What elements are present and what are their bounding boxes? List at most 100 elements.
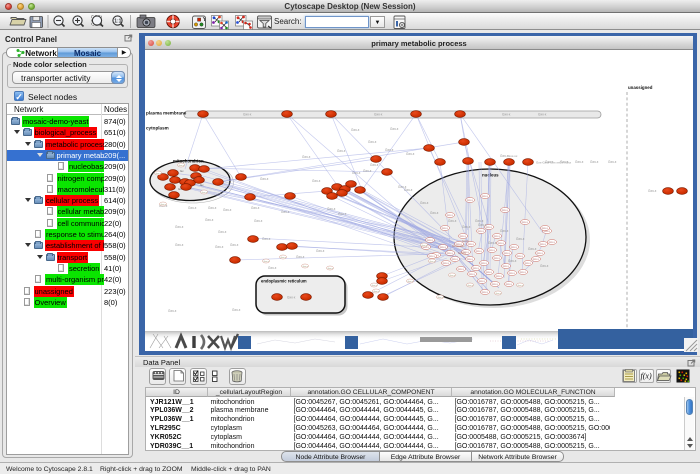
- svg-text:Gxx-x: Gxx-x: [508, 259, 517, 263]
- svg-text:Gxx-x: Gxx-x: [280, 257, 287, 259]
- svg-text:Gxx-x: Gxx-x: [371, 285, 378, 287]
- svg-text:Gxx-x: Gxx-x: [468, 243, 475, 246]
- svg-text:Gxx-x: Gxx-x: [263, 261, 270, 263]
- svg-text:Gxx-x: Gxx-x: [327, 207, 336, 211]
- svg-text:Gxx-x: Gxx-x: [208, 206, 217, 210]
- svg-text:f(x): f(x): [641, 372, 652, 381]
- svg-text:Gxx-x: Gxx-x: [302, 155, 311, 159]
- svg-text:Gxx-x: Gxx-x: [517, 255, 524, 258]
- svg-text:Gxx-x: Gxx-x: [429, 255, 436, 258]
- svg-text:Gxx-x: Gxx-x: [489, 249, 496, 252]
- svg-text:Gxx-Gxxx-Gxx-xxGx-xGxx: Gxx-Gxxx-Gxx-xxGx-xGxx: [536, 161, 572, 165]
- svg-text:Gx: Gx: [200, 183, 204, 187]
- svg-text:Gxx-x: Gxx-x: [230, 243, 239, 247]
- svg-text:Gxx-x: Gxx-x: [502, 113, 511, 117]
- svg-text:Gxx-x: Gxx-x: [443, 262, 450, 265]
- svg-text:Gxx-x: Gxx-x: [500, 229, 509, 233]
- svg-text:GxxGxxGx: GxxGxxGx: [452, 244, 465, 248]
- svg-text:Gxx-x: Gxx-x: [467, 258, 474, 261]
- svg-text:Gxx-x: Gxx-x: [287, 296, 296, 300]
- svg-text:1:1: 1:1: [114, 19, 121, 25]
- svg-text:Gxx-x: Gxx-x: [251, 206, 260, 210]
- svg-text:Gxx-x: Gxx-x: [427, 239, 434, 242]
- svg-text:Gxx-x: Gxx-x: [482, 195, 489, 198]
- svg-text:Gxx-x: Gxx-x: [498, 242, 505, 245]
- svg-text:Gxx-x: Gxx-x: [420, 201, 429, 205]
- svg-text:Gxx-x: Gxx-x: [447, 214, 454, 217]
- svg-text:Gxx-x: Gxx-x: [516, 237, 525, 241]
- svg-text:Gxx-x: Gxx-x: [608, 160, 617, 164]
- svg-text:Gxx-x: Gxx-x: [458, 268, 465, 271]
- svg-text:Gxx-x: Gxx-x: [205, 218, 214, 222]
- svg-text:Gxx-x: Gxx-x: [509, 272, 516, 275]
- svg-text:Gxx-x: Gxx-x: [481, 262, 488, 265]
- svg-text:Gxx-x: Gxx-x: [363, 169, 372, 173]
- svg-text:Gxx-x: Gxx-x: [540, 243, 547, 246]
- svg-text:Gxx-x: Gxx-x: [160, 204, 167, 206]
- svg-text:GxGxx: GxGxx: [458, 251, 467, 255]
- svg-text:Gxx-x: Gxx-x: [486, 271, 493, 274]
- svg-text:Gxx-x: Gxx-x: [260, 177, 269, 181]
- svg-text:Gxx-x: Gxx-x: [175, 243, 184, 247]
- svg-text:Gxx-x: Gxx-x: [302, 266, 309, 268]
- svg-text:Gxx-x: Gxx-x: [390, 127, 399, 131]
- svg-text:Gxx-x: Gxx-x: [370, 163, 379, 167]
- svg-text:Gxx-x: Gxx-x: [448, 219, 457, 223]
- svg-text:Gxx-x: Gxx-x: [155, 173, 162, 175]
- svg-text:Gxx-x: Gxx-x: [540, 264, 549, 268]
- svg-text:Gxx-x: Gxx-x: [188, 206, 197, 210]
- svg-text:Gxx-x: Gxx-x: [268, 266, 277, 270]
- svg-text:Gxx-x: Gxx-x: [243, 113, 252, 117]
- svg-text:Gxx-x: Gxx-x: [488, 241, 497, 245]
- svg-text:Gxx-x: Gxx-x: [538, 113, 547, 117]
- svg-text:Gxx-x: Gxx-x: [447, 252, 454, 255]
- svg-text:Gxx-x: Gxx-x: [352, 171, 361, 175]
- svg-text:Gxx-x: Gxx-x: [407, 281, 414, 283]
- svg-text:Gxx-x: Gxx-x: [482, 291, 489, 294]
- svg-text:Gxx-x: Gxx-x: [473, 267, 480, 270]
- svg-text:Gxx-x: Gxx-x: [462, 225, 471, 229]
- svg-text:Gxx-x: Gxx-x: [442, 227, 449, 230]
- svg-text:Gxx-x: Gxx-x: [338, 212, 347, 216]
- svg-text:nucleus: nucleus: [482, 173, 499, 178]
- svg-text:Gxx-x: Gxx-x: [492, 283, 499, 286]
- svg-text:Gxx-x: Gxx-x: [494, 235, 501, 238]
- svg-text:Gx: Gx: [192, 176, 196, 180]
- svg-text:Gx: Gx: [180, 169, 184, 173]
- svg-text:Gxx-x: Gxx-x: [467, 199, 474, 202]
- svg-text:Gxx-x: Gxx-x: [385, 148, 394, 152]
- svg-text:endoplasmic reticulum: endoplasmic reticulum: [261, 279, 307, 284]
- svg-text:Gxx-x: Gxx-x: [528, 247, 537, 251]
- svg-text:Gxx-x: Gxx-x: [495, 293, 502, 295]
- svg-text:Gxx-x: Gxx-x: [648, 189, 657, 193]
- svg-text:Gxx-x: Gxx-x: [503, 265, 510, 268]
- svg-text:Gxx-x: Gxx-x: [374, 113, 383, 117]
- svg-text:Gxx-x: Gxx-x: [175, 225, 184, 229]
- svg-text:Gxx-x: Gxx-x: [421, 245, 428, 247]
- svg-text:Gxx-x: Gxx-x: [296, 255, 305, 259]
- svg-text:Gxx-x: Gxx-x: [398, 185, 407, 189]
- svg-text:Gxx-x: Gxx-x: [517, 285, 524, 287]
- svg-text:Gxx-x: Gxx-x: [429, 261, 436, 263]
- svg-text:Gxx-x: Gxx-x: [575, 160, 584, 164]
- svg-text:Gxx-x: Gxx-x: [549, 241, 556, 244]
- svg-text:Gxx-x: Gxx-x: [168, 309, 177, 313]
- svg-text:Gxx-x: Gxx-x: [254, 219, 263, 223]
- svg-text:Gxx-x: Gxx-x: [281, 210, 290, 214]
- svg-text:Gxx-xx: Gxx-xx: [508, 154, 518, 158]
- svg-text:Gxx-x: Gxx-x: [215, 245, 224, 249]
- svg-text:unassigned: unassigned: [628, 85, 653, 90]
- svg-text:Gxx-x: Gxx-x: [218, 230, 227, 234]
- svg-text:Gxx-x: Gxx-x: [262, 237, 271, 241]
- svg-text:Gxx-x: Gxx-x: [511, 246, 518, 249]
- svg-text:Gxx-x: Gxx-x: [449, 275, 456, 277]
- svg-text:Gxx-x: Gxx-x: [178, 165, 185, 167]
- svg-text:Gxx-x: Gxx-x: [533, 258, 540, 261]
- svg-text:Gxx-x: Gxx-x: [406, 152, 415, 156]
- svg-text:GxxG: GxxG: [462, 239, 469, 243]
- svg-text:Gxx-x: Gxx-x: [437, 297, 444, 299]
- svg-text:Gxx-x: Gxx-x: [430, 211, 439, 215]
- svg-text:Gxx-x: Gxx-x: [232, 308, 241, 312]
- svg-text:Gxx-x: Gxx-x: [506, 283, 513, 286]
- svg-text:Gxx-x: Gxx-x: [537, 252, 544, 255]
